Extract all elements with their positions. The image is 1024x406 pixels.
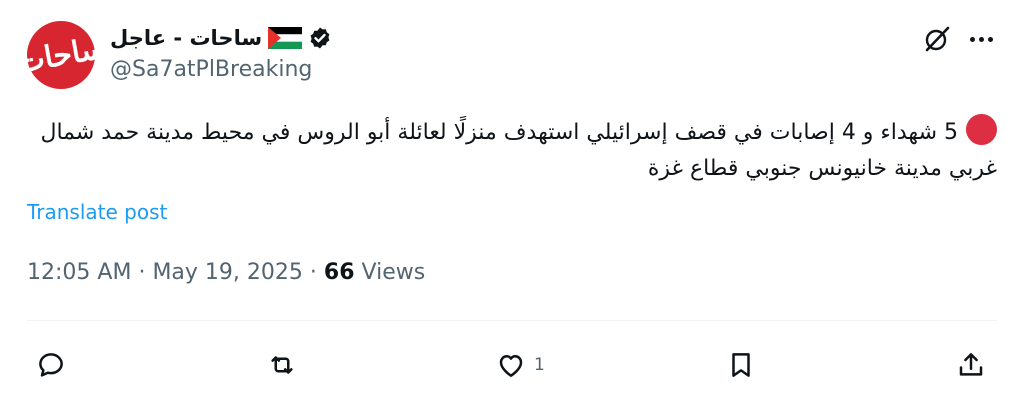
bookmark-icon <box>732 353 750 377</box>
share-icon <box>959 353 983 376</box>
share-button[interactable] <box>956 345 986 385</box>
post-time[interactable]: 12:05 AM <box>27 260 131 285</box>
red-circle-icon <box>966 114 997 145</box>
palestine-flag-icon <box>268 27 303 49</box>
meta-separator: · <box>309 260 324 285</box>
views-count: 66 <box>323 260 355 285</box>
post-text: 5 شهداء و 4 إصابات في قصف إسرائيلي استهد… <box>27 114 997 187</box>
author-name-row[interactable]: ساحات - عاجل <box>110 22 332 54</box>
reply-button[interactable] <box>36 345 74 385</box>
verified-badge-icon <box>310 27 330 49</box>
more-dot <box>987 36 993 42</box>
meta-separator: · <box>138 260 153 285</box>
more-icon[interactable] <box>966 24 996 54</box>
translate-post-link[interactable]: Translate post <box>27 200 167 224</box>
post-meta: 12:05 AM · May 19, 2025 · 66 Views <box>27 260 425 285</box>
views-label: Views <box>361 260 426 285</box>
avatar[interactable]: ساحات <box>14 21 108 89</box>
like-count: 1 <box>534 355 545 375</box>
post-date[interactable]: May 19, 2025 <box>152 260 302 285</box>
like-button[interactable]: 1 <box>496 345 545 385</box>
repost-icon <box>271 356 293 374</box>
author-handle[interactable]: @Sa7atPlBreaking <box>110 57 312 82</box>
post-body: 5 شهداء و 4 إصابات في قصف إسرائيلي استهد… <box>40 120 997 181</box>
repost-button[interactable] <box>267 345 305 385</box>
more-dot <box>978 36 984 42</box>
more-dot <box>969 36 975 42</box>
divider <box>27 320 997 321</box>
display-name[interactable]: ساحات - عاجل <box>110 26 262 50</box>
avatar-logo: ساحات <box>13 29 109 81</box>
like-icon <box>499 355 523 377</box>
reply-icon <box>39 353 63 377</box>
bookmark-button[interactable] <box>726 345 764 385</box>
grok-icon[interactable] <box>922 24 952 54</box>
